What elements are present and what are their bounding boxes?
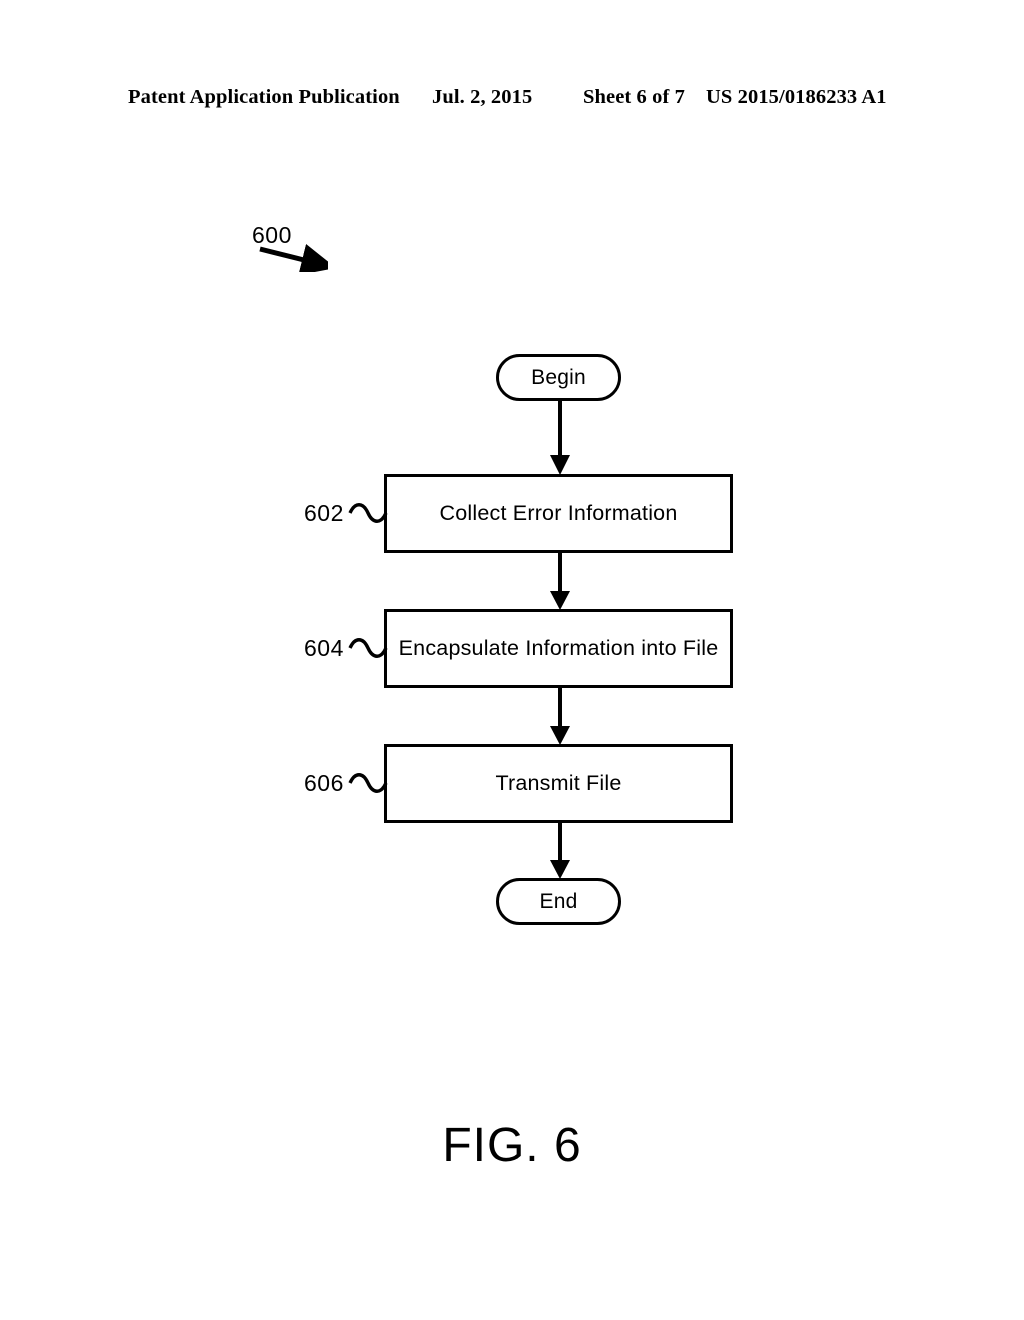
flow-node-606: Transmit File [384,744,733,823]
flow-leader-squiggle-606-icon [348,773,388,793]
flow-leader-squiggle-604-icon [348,638,388,658]
flow-node-602: Collect Error Information [384,474,733,553]
flow-node-end-label: End [539,889,578,913]
figure-caption: FIG. 6 [442,1119,582,1172]
flow-node-606-reference: 606 [304,770,344,796]
flow-node-606-label: Transmit File [495,771,622,795]
flow-edge-606-to-end [550,822,570,879]
flow-edge-604-to-606 [550,687,570,745]
flow-node-604-label: Encapsulate Information into File [398,636,719,660]
flow-leader-squiggle-602-icon [348,503,388,523]
flow-node-602-reference: 602 [304,500,344,526]
flow-node-602-label: Collect Error Information [439,501,678,525]
flow-node-end: End [496,878,621,925]
flow-edge-602-to-604 [550,553,570,610]
flow-node-604-reference: 604 [304,635,344,661]
flow-node-604: Encapsulate Information into File [384,609,733,688]
flow-node-begin: Begin [496,354,621,401]
flow-edge-begin-to-602 [550,400,570,475]
flow-node-begin-label: Begin [531,365,586,389]
